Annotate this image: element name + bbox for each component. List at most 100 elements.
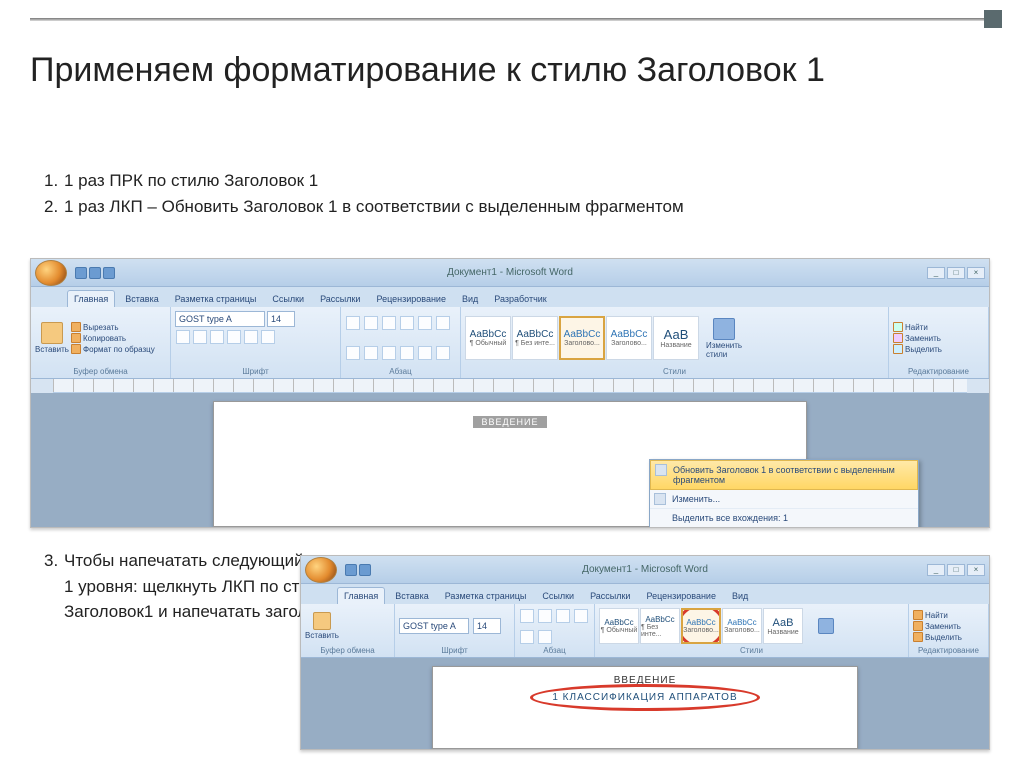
shading-button[interactable] — [418, 346, 432, 360]
strike-button[interactable] — [227, 330, 241, 344]
tab-mailings[interactable]: Рассылки — [584, 588, 636, 604]
maximize-button[interactable]: □ — [947, 267, 965, 279]
align-left-button[interactable] — [346, 346, 360, 360]
bold-button[interactable] — [176, 330, 190, 344]
select-button[interactable]: Выделить — [893, 344, 942, 354]
numbering-button[interactable] — [364, 316, 378, 330]
font-name-combo[interactable]: GOST type A — [399, 618, 469, 634]
word-screenshot-1: Документ1 - Microsoft Word _ □ × Главная… — [30, 258, 990, 528]
tab-layout[interactable]: Разметка страницы — [439, 588, 533, 604]
para-button[interactable] — [556, 609, 570, 623]
indent-inc-button[interactable] — [418, 316, 432, 330]
style-heading1-circled[interactable]: AaBbCc Заголово... — [681, 608, 721, 644]
qat-save-icon[interactable] — [345, 564, 357, 576]
para-button[interactable] — [538, 609, 552, 623]
window-title: Документ1 - Microsoft Word — [447, 267, 573, 278]
group-paragraph: Абзац — [341, 307, 461, 378]
doc-heading-selected[interactable]: ВВЕДЕНИЕ — [473, 416, 546, 428]
close-button[interactable]: × — [967, 267, 985, 279]
menu-update-style[interactable]: Обновить Заголовок 1 в соответствии с вы… — [650, 460, 918, 490]
para-button[interactable] — [538, 630, 552, 644]
borders-button[interactable] — [436, 346, 450, 360]
justify-button[interactable] — [400, 346, 414, 360]
highlight-button[interactable] — [244, 330, 258, 344]
tab-review[interactable]: Рецензирование — [370, 291, 452, 307]
tab-insert[interactable]: Вставка — [119, 291, 164, 307]
style-no-spacing[interactable]: AaBbCc ¶ Без инте... — [640, 608, 680, 644]
sort-button[interactable] — [436, 316, 450, 330]
style-no-spacing[interactable]: AaBbCc ¶ Без инте... — [512, 316, 558, 360]
document-area[interactable]: ВВЕДЕНИЕ Обновить Заголовок 1 в соответс… — [31, 393, 989, 527]
tab-home[interactable]: Главная — [67, 290, 115, 307]
change-styles-button[interactable]: Изменить стили — [707, 318, 741, 359]
underline-button[interactable] — [210, 330, 224, 344]
close-button[interactable]: × — [967, 564, 985, 576]
tab-view[interactable]: Вид — [726, 588, 754, 604]
style-name: ¶ Обычный — [470, 340, 507, 347]
para-button[interactable] — [520, 609, 534, 623]
style-normal[interactable]: AaBbCc ¶ Обычный — [599, 608, 639, 644]
quick-access-toolbar[interactable] — [75, 267, 115, 279]
font-color-button[interactable] — [261, 330, 275, 344]
style-heading2[interactable]: AaBbCc Заголово... — [722, 608, 762, 644]
minimize-button[interactable]: _ — [927, 267, 945, 279]
minimize-button[interactable]: _ — [927, 564, 945, 576]
document-page[interactable]: ВВЕДЕНИЕ 1 КЛАССИФИКАЦИЯ АППАРАТОВ — [432, 666, 859, 749]
tab-review[interactable]: Рецензирование — [640, 588, 722, 604]
style-name: ¶ Без инте... — [515, 340, 555, 347]
tab-home[interactable]: Главная — [337, 587, 385, 604]
font-size-combo[interactable]: 14 — [267, 311, 295, 327]
tab-mailings[interactable]: Рассылки — [314, 291, 366, 307]
copy-button[interactable]: Копировать — [71, 333, 155, 343]
tab-references[interactable]: Ссылки — [536, 588, 580, 604]
change-styles-button[interactable] — [809, 618, 843, 634]
para-button[interactable] — [520, 630, 534, 644]
tab-layout[interactable]: Разметка страницы — [169, 291, 263, 307]
tab-insert[interactable]: Вставка — [389, 588, 434, 604]
italic-button[interactable] — [193, 330, 207, 344]
tab-developer[interactable]: Разработчик — [488, 291, 552, 307]
bullets-button[interactable] — [346, 316, 360, 330]
tab-references[interactable]: Ссылки — [266, 291, 310, 307]
style-heading2[interactable]: AaBbCc Заголово... — [606, 316, 652, 360]
style-title[interactable]: АаВ Название — [653, 316, 699, 360]
maximize-button[interactable]: □ — [947, 564, 965, 576]
replace-icon — [893, 333, 903, 343]
replace-icon — [913, 621, 923, 631]
paste-button[interactable]: Вставить — [305, 612, 339, 640]
paste-button[interactable]: Вставить — [35, 322, 69, 354]
qat-undo-icon[interactable] — [359, 564, 371, 576]
indent-dec-button[interactable] — [400, 316, 414, 330]
style-heading1[interactable]: AaBbCc Заголово... — [559, 316, 605, 360]
qat-redo-icon[interactable] — [103, 267, 115, 279]
cut-button[interactable]: Вырезать — [71, 322, 155, 332]
menu-item-label: Изменить... — [672, 494, 720, 504]
menu-select-all[interactable]: Выделить все вхождения: 1 — [650, 509, 918, 528]
tab-view[interactable]: Вид — [456, 291, 484, 307]
para-button[interactable] — [574, 609, 588, 623]
qat-undo-icon[interactable] — [89, 267, 101, 279]
quick-access-toolbar[interactable] — [345, 564, 371, 576]
find-button[interactable]: Найти — [893, 322, 942, 332]
office-button[interactable] — [305, 557, 337, 583]
replace-button[interactable]: Заменить — [893, 333, 942, 343]
align-center-button[interactable] — [364, 346, 378, 360]
qat-save-icon[interactable] — [75, 267, 87, 279]
find-button[interactable]: Найти — [913, 610, 962, 620]
font-name-combo[interactable]: GOST type A — [175, 311, 265, 327]
font-size-combo[interactable]: 14 — [473, 618, 501, 634]
instruction-list-a: 1. 1 раз ПРК по стилю Заголовок 1 2. 1 р… — [30, 168, 684, 219]
multilevel-button[interactable] — [382, 316, 396, 330]
paste-icon — [313, 612, 331, 630]
align-right-button[interactable] — [382, 346, 396, 360]
format-painter-button[interactable]: Формат по образцу — [71, 344, 155, 354]
style-normal[interactable]: AaBbCc ¶ Обычный — [465, 316, 511, 360]
horizontal-ruler[interactable] — [53, 379, 967, 393]
menu-modify-style[interactable]: Изменить... — [650, 490, 918, 509]
change-styles-label: Изменить стили — [706, 341, 742, 359]
document-area[interactable]: ВВЕДЕНИЕ 1 КЛАССИФИКАЦИЯ АППАРАТОВ — [301, 658, 989, 749]
select-button[interactable]: Выделить — [913, 632, 962, 642]
style-title[interactable]: АаВ Название — [763, 608, 803, 644]
office-button[interactable] — [35, 260, 67, 286]
replace-button[interactable]: Заменить — [913, 621, 962, 631]
